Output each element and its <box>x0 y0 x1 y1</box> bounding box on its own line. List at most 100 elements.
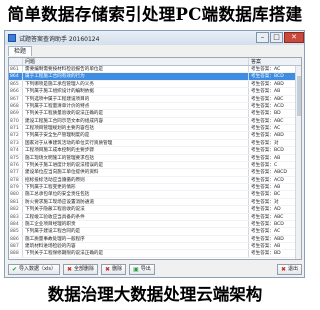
export-label: 导出 <box>140 265 151 272</box>
vertical-scrollbar[interactable] <box>295 66 301 259</box>
table-row[interactable]: 861 需要编制需要按材料检验报告的单位是 考生答案：AC <box>9 66 301 74</box>
row-answer: 考生答案：ABC <box>251 214 284 220</box>
toolbar: ✔ 导入数据（xls） ✖ 全部删除 ✖ 删除 ▣ 导出 ✖ 退出 <box>8 263 302 275</box>
row-answer: 考生答案：对 <box>251 199 279 205</box>
table-row[interactable]: 885 下列属于建设工程合同的是 考生答案：AC <box>9 228 301 236</box>
row-answer: 考生答案：ABD <box>251 133 284 139</box>
row-question: 下列哪项是施工承包管理人的义务 <box>23 80 249 88</box>
minimize-button[interactable]: – <box>256 32 269 43</box>
table-row[interactable]: 870 建设工程施工合同示范文本的组成内容 考生答案：ABC <box>9 117 301 125</box>
table-row[interactable]: 864 属于工程施工合同有效的行为 考生答案：BCD <box>9 73 301 81</box>
row-num: 869 <box>9 110 23 117</box>
row-answer: 考生答案：ACD <box>251 177 284 183</box>
row-answer: 考生答案：BCD <box>251 221 284 227</box>
cross-icon: ✖ <box>105 265 111 273</box>
table-row[interactable]: 865 下列哪项是施工承包管理人的义务 考生答案：ABD <box>9 80 301 89</box>
table-row[interactable]: 882 下列关于隐蔽工程验收的说法 考生答案：AD <box>9 206 301 214</box>
row-answer: 考生答案：AC <box>251 229 281 235</box>
table-row[interactable]: 878 招标投标活动应当遵循的原则 考生答案：ACD <box>9 176 301 184</box>
row-question: 下列关于施工进度计划的说法错误的是 <box>23 161 249 169</box>
question-grid[interactable]: 问题 答案 861 需要编制需要按材料检验报告的单位是 考生答案：AC 864 属于工程… <box>8 57 302 260</box>
table-row[interactable]: 872 下列属于安全生产管理制度的是 考生答案：ABD <box>9 132 301 140</box>
row-answer: 考生答案：BD <box>251 251 281 257</box>
table-row[interactable]: 880 施工总承包单位的安全责任包括 考生答案：BC <box>9 191 301 199</box>
row-question: 施工企业项目经理的职责 <box>23 220 249 228</box>
row-answer: 考生答案：对 <box>251 140 279 146</box>
row-num: 864 <box>9 73 23 80</box>
table-row[interactable]: 879 下列属于工程变更的情形 考生答案：AB <box>9 184 301 192</box>
table-row[interactable]: 874 工程项目施工成本控制的主要步骤 考生答案：BCD <box>9 147 301 155</box>
table-row[interactable]: 887 建筑材料进场检验的内容 考生答案：AB <box>9 243 301 251</box>
row-answer: 考生答案：AB <box>251 185 281 190</box>
row-question: 下列属于建设工程合同的是 <box>23 228 249 235</box>
table-row[interactable]: 877 建设单位应当向施工单位提供的资料 考生答案：ABCD <box>9 169 301 177</box>
close-button[interactable]: ✕ <box>284 32 304 43</box>
row-num: 861 <box>9 66 23 73</box>
table-row[interactable]: 876 下列关于施工进度计划的说法错误的是 考生答案：C <box>9 161 301 170</box>
header-num <box>9 58 23 65</box>
banner-bottom: 数据治理大数据处理云端架构 <box>47 285 263 304</box>
row-question: 属于工程施工合同有效的行为 <box>23 73 249 80</box>
table-row[interactable]: 886 施工质量事故处理的一般程序 考生答案：ABD <box>9 235 301 243</box>
maximize-button[interactable]: □ <box>270 32 283 43</box>
row-question: 下列关于工程质量验收的说法正确的是 <box>23 110 249 117</box>
export-button[interactable]: ▣ 导出 <box>129 263 155 275</box>
table-row[interactable]: 866 下列属于施工组织设计的编制依据 考生答案：AB <box>9 88 301 96</box>
header-question[interactable]: 问题 <box>23 58 249 65</box>
cross-icon: ✖ <box>67 265 73 273</box>
row-answer: 考生答案：AC <box>251 126 281 131</box>
app-window: 试题答案查询助手 20160124 – □ ✕ 检题 问题 答案 861 需要编制… <box>4 30 305 278</box>
row-num: 880 <box>9 191 23 198</box>
row-question: 需要编制需要按材料检验报告的单位是 <box>23 66 249 73</box>
tab-bar: 检题 <box>5 45 304 56</box>
row-num: 865 <box>9 80 23 88</box>
row-num: 882 <box>9 206 23 213</box>
row-question: 建设单位应当向施工单位提供的资料 <box>23 169 249 176</box>
tab-search[interactable]: 检题 <box>8 46 33 56</box>
table-row[interactable]: 884 施工企业项目经理的职责 考生答案：BCD <box>9 220 301 229</box>
row-answer: 考生答案：ACD <box>251 103 284 109</box>
row-answer: 考生答案：AB <box>251 244 281 249</box>
import-button[interactable]: ✔ 导入数据（xls） <box>8 263 60 275</box>
exit-button[interactable]: ✖ 退出 <box>276 263 302 275</box>
table-row[interactable]: 875 施工现场文明施工的管理要求包括 考生答案：AB <box>9 154 301 162</box>
window-controls: – □ ✕ <box>255 32 304 44</box>
row-num: 879 <box>9 184 23 191</box>
row-answer: 考生答案：ABCD <box>251 170 287 176</box>
row-question: 下列属于工程变更的情形 <box>23 184 249 191</box>
table-row[interactable]: 873 国家对于从事建筑活动的单位实行资质管理 考生答案：对 <box>9 139 301 148</box>
row-question: 建设工程施工合同示范文本的组成内容 <box>23 117 249 124</box>
table-row[interactable]: 869 下列关于工程质量验收的说法正确的是 考生答案：BD <box>9 110 301 118</box>
grid-header: 问题 答案 <box>9 58 301 66</box>
row-num: 876 <box>9 161 23 169</box>
delete-button[interactable]: ✖ 删除 <box>101 263 127 275</box>
row-answer: 考生答案：AB <box>251 155 281 161</box>
row-answer: 考生答案：AB <box>251 89 281 95</box>
row-answer: 考生答案：AD <box>251 207 281 213</box>
row-question: 工程项目管理规划的主要内容包括 <box>23 125 249 132</box>
check-icon: ✔ <box>12 265 18 273</box>
row-num: 873 <box>9 139 23 147</box>
table-row[interactable]: 888 下列关于工程保修期限的说法正确的是 考生答案：BD <box>9 250 301 258</box>
row-question: 下列属于施工组织设计的编制依据 <box>23 88 249 95</box>
row-answer: 考生答案：ABC <box>251 96 284 102</box>
row-num: 877 <box>9 169 23 176</box>
window-title: 试题答案查询助手 20160124 <box>19 35 100 43</box>
row-answer: 考生答案：ABD <box>251 81 284 87</box>
table-row[interactable]: 881 防火要求施工现场应设置消防通道 考生答案：对 <box>9 198 301 207</box>
row-num: 871 <box>9 125 23 132</box>
row-num: 868 <box>9 102 23 110</box>
delete-all-button[interactable]: ✖ 全部删除 <box>63 263 99 275</box>
row-answer: 考生答案：BCD <box>251 74 284 80</box>
table-row[interactable]: 883 工程竣工验收应当具备的条件 考生答案：ABC <box>9 213 301 221</box>
row-question: 下列选项中属于工程建设项目的 <box>23 95 249 102</box>
header-answer[interactable]: 答案 <box>249 58 301 65</box>
table-row[interactable]: 868 下列属于工程量清单计价的特点 考生答案：ACD <box>9 102 301 111</box>
scroll-thumb[interactable] <box>297 76 301 116</box>
row-num: 874 <box>9 147 23 154</box>
row-question: 招标投标活动应当遵循的原则 <box>23 176 249 183</box>
row-num: 878 <box>9 176 23 183</box>
title-bar: 试题答案查询助手 20160124 – □ ✕ <box>5 31 304 45</box>
table-row[interactable]: 871 工程项目管理规划的主要内容包括 考生答案：AC <box>9 125 301 133</box>
table-row[interactable]: 867 下列选项中属于工程建设项目的 考生答案：ABC <box>9 95 301 103</box>
